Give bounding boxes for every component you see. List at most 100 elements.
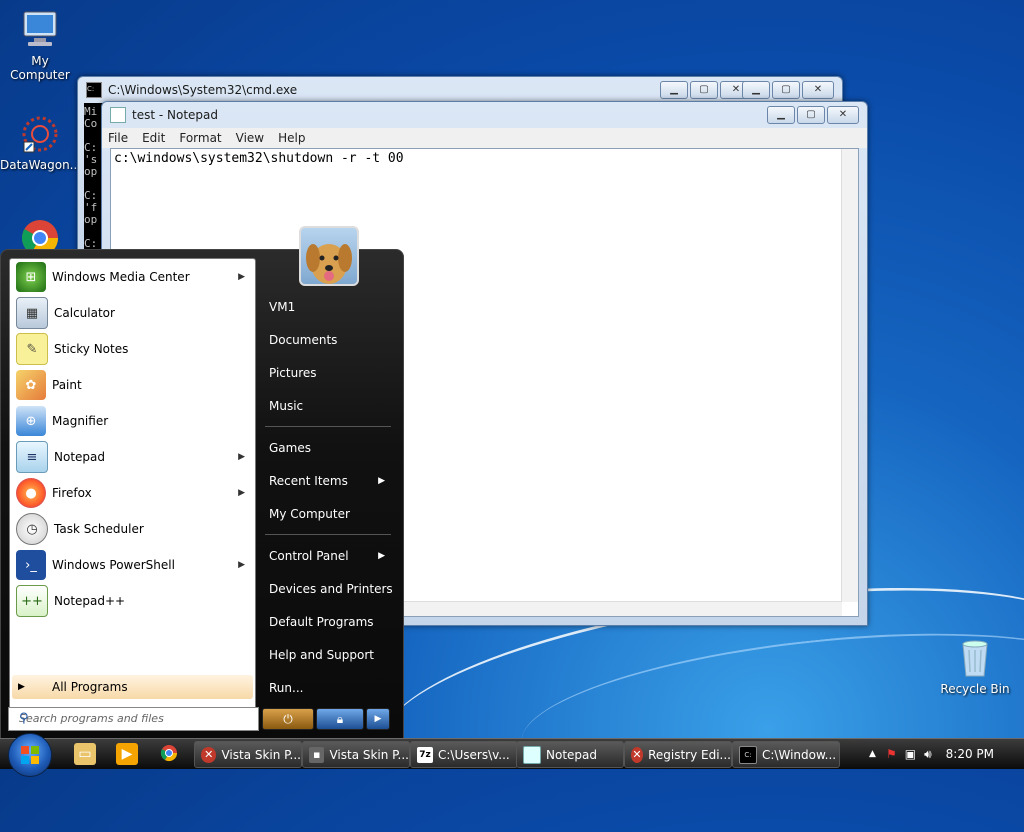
program-item-firefox[interactable]: ● Firefox ▶ [10, 475, 255, 511]
windows-logo-icon [21, 746, 39, 764]
menu-file[interactable]: File [108, 131, 128, 145]
shutdown-button[interactable]: ⏻ [262, 708, 314, 730]
notepad-icon [110, 107, 126, 123]
program-item-calculator[interactable]: ▦ Calculator [10, 295, 255, 331]
menu-view[interactable]: View [236, 131, 264, 145]
menu-edit[interactable]: Edit [142, 131, 165, 145]
vertical-scrollbar[interactable] [841, 149, 858, 602]
start-item-label: Help and Support [269, 647, 374, 662]
start-item-help-support[interactable]: Help and Support [259, 638, 397, 671]
program-label: Notepad [54, 450, 105, 464]
desktop-icon-recycle-bin[interactable]: Recycle Bin [935, 636, 1015, 696]
app-icon: ▪ [309, 746, 325, 763]
start-item-documents[interactable]: Documents [259, 323, 397, 356]
maximize-button[interactable]: ▢ [690, 81, 718, 99]
program-item-task-scheduler[interactable]: ◷ Task Scheduler [10, 511, 255, 547]
start-item-games[interactable]: Games [259, 431, 397, 464]
minimize-button[interactable]: ▁ [660, 81, 688, 99]
start-item-control-panel[interactable]: Control Panel ▶ [259, 539, 397, 572]
program-item-notepad[interactable]: ≡ Notepad ▶ [10, 439, 255, 475]
power-icon: ⏻ [283, 711, 293, 726]
show-hidden-icons-icon[interactable]: ▲ [869, 749, 876, 759]
program-label: Magnifier [52, 414, 109, 428]
user-avatar[interactable] [299, 226, 359, 286]
program-item-notepad[interactable]: ++ Notepad++ [10, 583, 255, 619]
chrome-quicklaunch-icon[interactable] [158, 743, 180, 765]
maximize-button[interactable]: ▢ [772, 81, 800, 99]
start-right-pane: VM1 Documents Pictures Music Games Recen… [259, 290, 397, 704]
taskbar-button-label: Notepad [546, 747, 597, 762]
arrow-right-icon: ▶ [374, 714, 382, 724]
desktop-icon-label: Recycle Bin [940, 682, 1010, 696]
notepad-titlebar[interactable]: test - Notepad [102, 102, 867, 128]
close-button[interactable]: ✕ [827, 106, 859, 124]
start-item-run[interactable]: Run... [259, 671, 397, 704]
magnifier-icon: ⊕ [16, 406, 46, 436]
taskbar-button-vista-skin-2[interactable]: ▪ Vista Skin P... [302, 741, 410, 768]
notepad-icon: ≡ [16, 441, 48, 473]
media-player-quicklaunch-icon[interactable]: ▶ [116, 743, 138, 765]
minimize-button[interactable]: ▁ [742, 81, 770, 99]
desktop-icon-label: DataWagon... [0, 158, 82, 172]
program-item-sticky-notes[interactable]: ✎ Sticky Notes [10, 331, 255, 367]
sticky-notes-icon: ✎ [16, 333, 48, 365]
start-item-label: Music [269, 398, 304, 413]
all-programs-button[interactable]: ▶ All Programs [12, 675, 253, 699]
menu-help[interactable]: Help [278, 131, 305, 145]
cmd-window-buttons: ▁ ▢ ✕ [660, 81, 752, 99]
desktop-icon-datawagon[interactable]: DataWagon... [0, 112, 82, 172]
7zip-icon: 7z [417, 746, 433, 763]
start-button[interactable] [8, 733, 52, 777]
system-tray: ▲ ⚑ ▣ 🔊︎ 8:20 PM [869, 739, 1024, 769]
action-center-flag-icon[interactable]: ⚑ [886, 747, 897, 761]
maximize-button[interactable]: ▢ [797, 106, 825, 124]
program-label: Sticky Notes [54, 342, 129, 356]
lock-icon: 🔒︎ [336, 711, 344, 726]
search-icon[interactable]: ⚲ [19, 711, 254, 726]
computer-icon [18, 8, 62, 52]
taskbar-button-label: Vista Skin P... [221, 747, 301, 762]
program-label: Notepad++ [54, 594, 126, 608]
clock[interactable]: 8:20 PM [946, 747, 994, 761]
start-item-label: Run... [269, 680, 304, 695]
program-item-windows-media-center[interactable]: ⊞ Windows Media Center ▶ [10, 259, 255, 295]
start-item-pictures[interactable]: Pictures [259, 356, 397, 389]
program-item-magnifier[interactable]: ⊕ Magnifier [10, 403, 255, 439]
taskbar-button-notepad[interactable]: Notepad [516, 741, 624, 768]
taskbar-button-7zip[interactable]: 7z C:\Users\v... [410, 741, 518, 768]
program-label: Calculator [54, 306, 115, 320]
taskbar-button-label: Vista Skin P... [329, 747, 409, 762]
notepad-title: test - Notepad [132, 108, 218, 122]
volume-icon[interactable]: 🔊︎ [924, 747, 932, 762]
start-item-recent-items[interactable]: Recent Items ▶ [259, 464, 397, 497]
start-item-music[interactable]: Music [259, 389, 397, 422]
start-item-devices-printers[interactable]: Devices and Printers [259, 572, 397, 605]
program-item-windows-powershell[interactable]: ›_ Windows PowerShell ▶ [10, 547, 255, 583]
close-button[interactable]: ✕ [802, 81, 834, 99]
start-item-my-computer[interactable]: My Computer [259, 497, 397, 530]
program-label: Windows Media Center [52, 270, 190, 284]
desktop-icon-my-computer[interactable]: My Computer [0, 8, 80, 82]
search-input[interactable]: Search programs and files ⚲ [8, 707, 259, 731]
taskbar: ▭ ▶ ✕ Vista Skin P... ▪ Vista Skin P... … [0, 733, 1024, 777]
power-options-arrow[interactable]: ▶ [366, 708, 390, 730]
program-label: Task Scheduler [54, 522, 144, 536]
firefox-icon: ● [16, 478, 46, 508]
program-item-paint[interactable]: ✿ Paint [10, 367, 255, 403]
error-icon: ✕ [201, 746, 217, 763]
taskbar-button-cmd[interactable]: C: C:\Window... [732, 741, 840, 768]
menu-format[interactable]: Format [179, 131, 221, 145]
network-icon[interactable]: ▣ [905, 747, 916, 761]
start-item-default-programs[interactable]: Default Programs [259, 605, 397, 638]
lock-button[interactable]: 🔒︎ [316, 708, 364, 730]
cmd-icon: C: [86, 82, 102, 98]
minimize-button[interactable]: ▁ [767, 106, 795, 124]
cmd-title: C:\Windows\System32\cmd.exe [108, 83, 298, 97]
start-item-label: Control Panel [269, 548, 349, 563]
cmd-icon: C: [739, 745, 757, 764]
start-item-vm1[interactable]: VM1 [259, 290, 397, 323]
calculator-icon: ▦ [16, 297, 48, 329]
taskbar-button-vista-skin-1[interactable]: ✕ Vista Skin P... [194, 741, 302, 768]
explorer-quicklaunch-icon[interactable]: ▭ [74, 743, 96, 765]
taskbar-button-registry[interactable]: ✕ Registry Edi... [624, 741, 732, 768]
